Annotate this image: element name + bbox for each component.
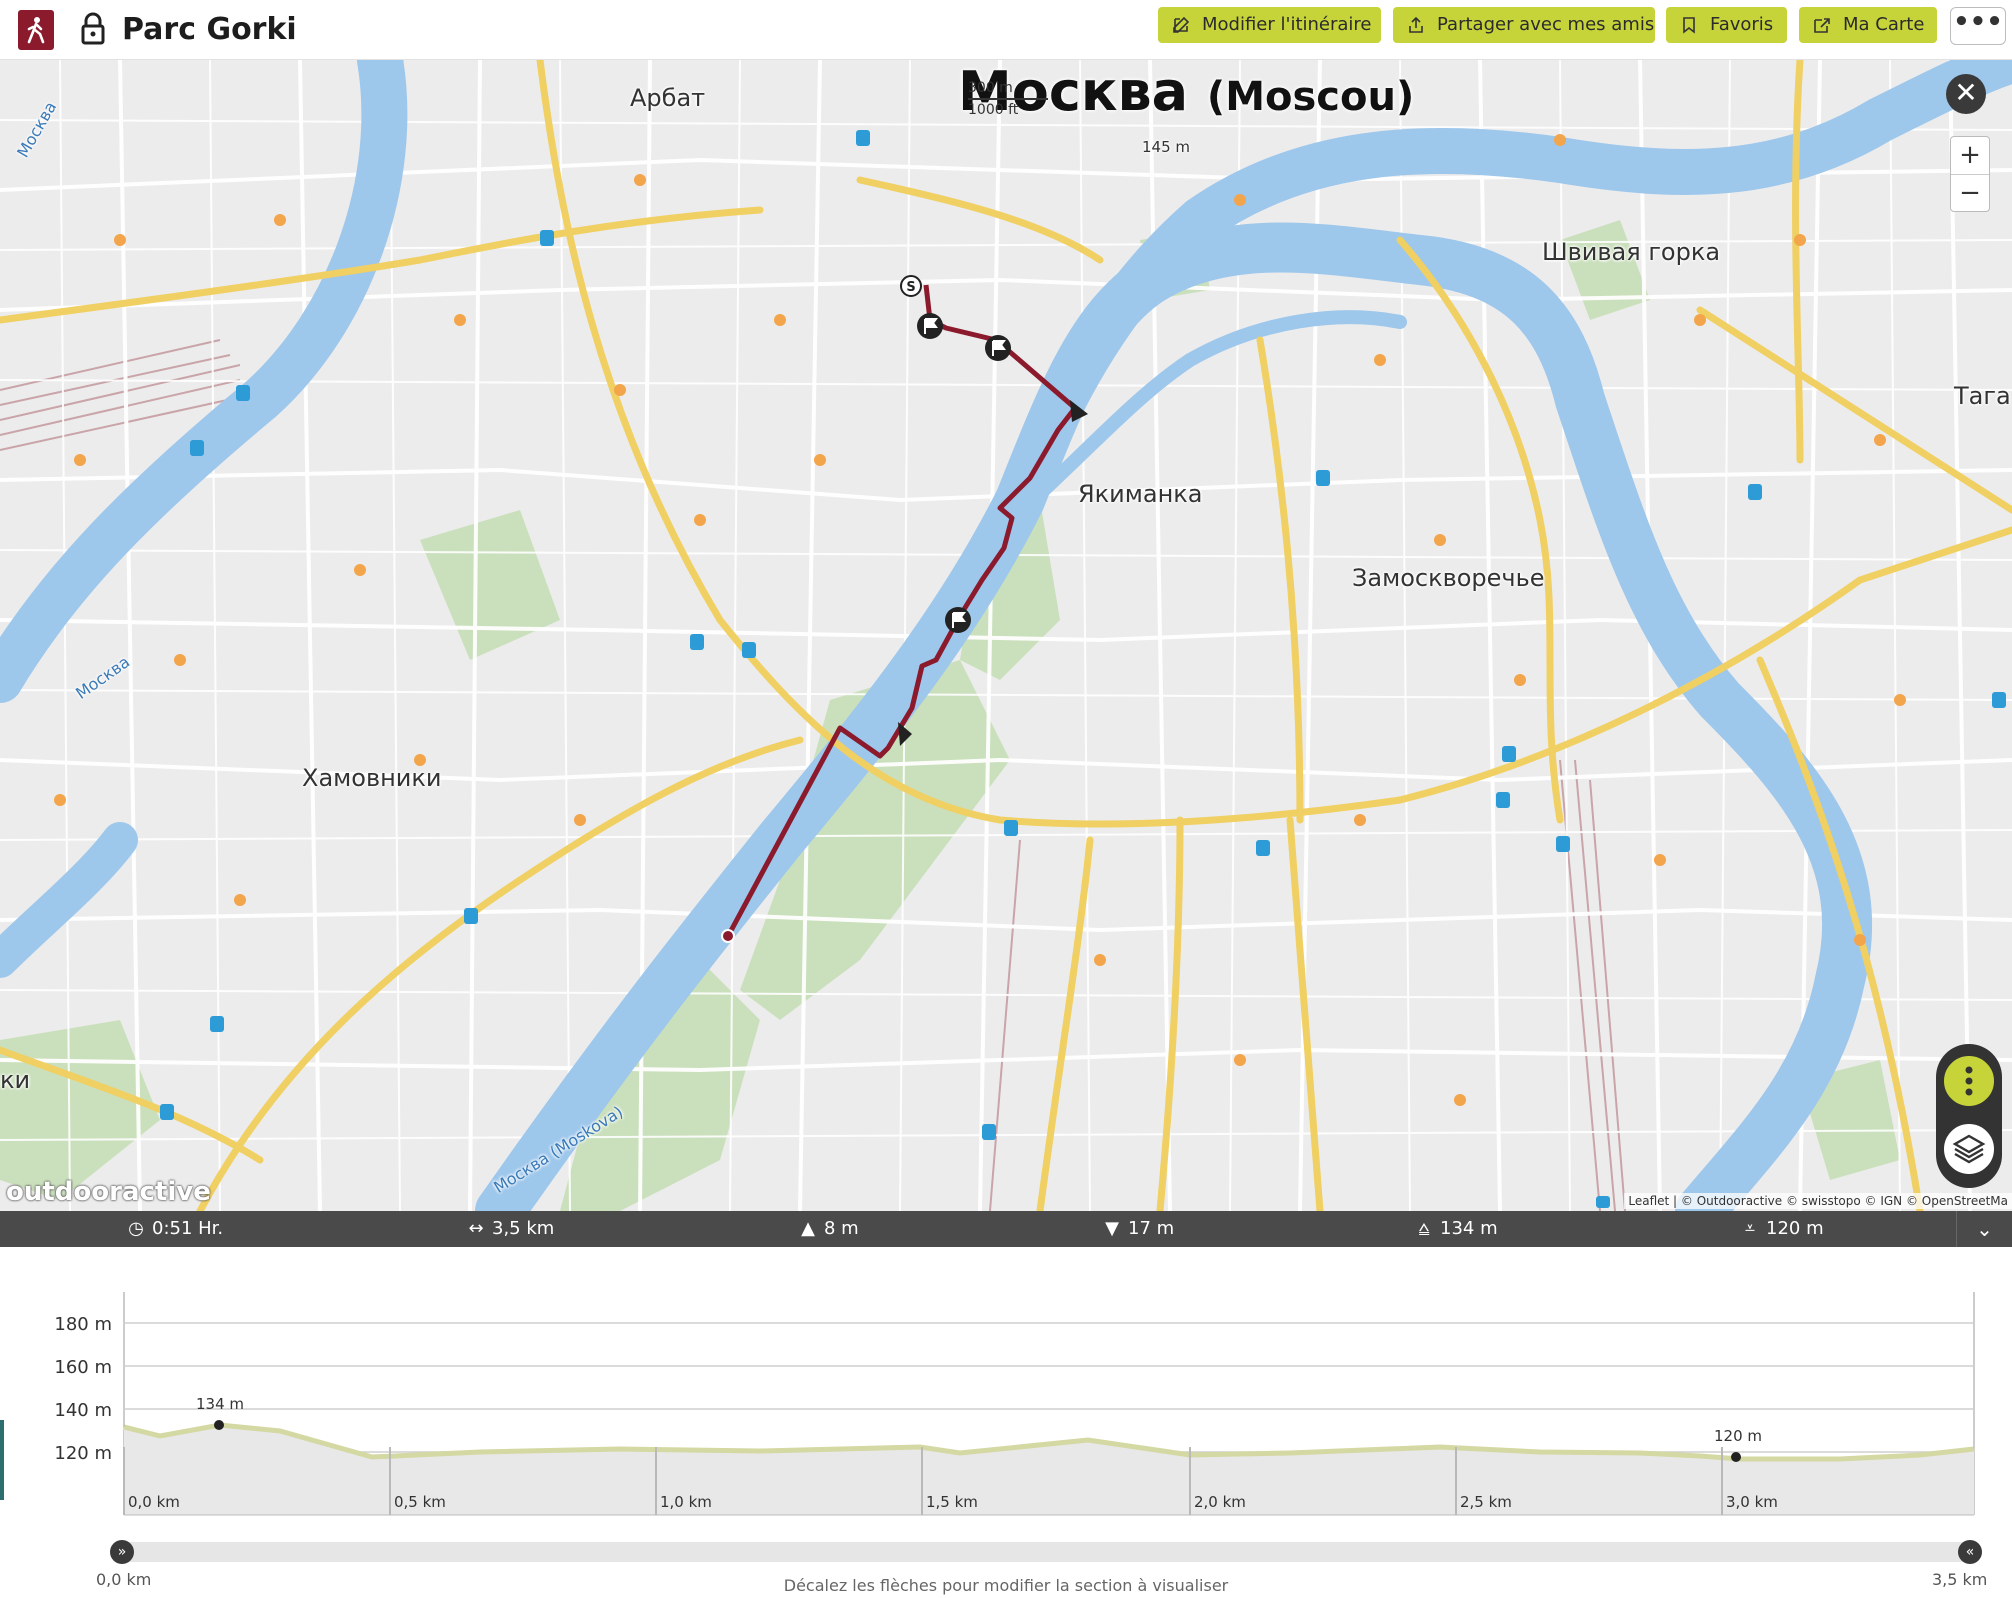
stat-descent: ▼ 17 m	[1102, 1211, 1174, 1247]
my-map-button[interactable]: Ma Carte	[1799, 7, 1937, 43]
map-scale: 300 m 1000 ft	[968, 80, 1048, 118]
x-tick-0: 0,0 km	[128, 1493, 180, 1511]
y-tick-160: 160 m	[54, 1357, 112, 1378]
city-name-fr: (Moscou)	[1206, 74, 1415, 120]
x-tick-3: 1,5 km	[926, 1493, 978, 1511]
distance-icon: ↔	[468, 1218, 484, 1239]
descent-value: 17 m	[1128, 1218, 1175, 1239]
map-menu-button[interactable]	[1940, 1052, 1998, 1110]
top-bar: Parc Gorki Modifier l'itinéraire Partage…	[0, 0, 2012, 60]
zoom-control: + −	[1950, 136, 1990, 212]
district-label-taganka: Тага	[1954, 382, 2011, 410]
ascent-value: 8 m	[824, 1218, 859, 1239]
edit-route-label: Modifier l'itinéraire	[1202, 14, 1372, 35]
x-tick-5: 2,5 km	[1460, 1493, 1512, 1511]
hiking-icon	[18, 10, 54, 50]
y-tick-180: 180 m	[54, 1314, 112, 1335]
close-map-button[interactable]: ✕	[1946, 74, 1986, 114]
min-elevation-label: 120 m	[1714, 1427, 1762, 1445]
district-label-shvivaya-gorka: Швивая горка	[1542, 238, 1721, 266]
bookmark-icon	[1683, 17, 1695, 34]
max-altitude-icon: ⩠	[1418, 1218, 1430, 1239]
page-title: Parc Gorki	[122, 12, 297, 47]
stat-ascent: ▲ 8 m	[798, 1211, 859, 1247]
edit-route-button[interactable]: Modifier l'itinéraire	[1158, 7, 1381, 43]
y-tick-140: 140 m	[54, 1400, 112, 1421]
district-label-cut: ки	[0, 1066, 31, 1094]
my-map-label: Ma Carte	[1843, 14, 1925, 35]
max-elevation-label: 134 m	[196, 1395, 244, 1413]
map-attribution[interactable]: Leaflet | © Outdooractive © swisstopo © …	[1624, 1193, 2012, 1209]
favorites-label: Favoris	[1710, 14, 1774, 35]
district-label-yakimanka: Якиманка	[1078, 480, 1203, 508]
start-marker: S	[906, 280, 915, 295]
district-label-zamoskvorechye: Замоскворечье	[1352, 564, 1545, 592]
duration-value: 0:51 Hr.	[152, 1218, 224, 1239]
min-elevation-point	[1731, 1452, 1741, 1462]
edit-icon	[1173, 16, 1190, 33]
zoom-out-button[interactable]: −	[1951, 174, 1989, 211]
distance-value: 3,5 km	[492, 1218, 555, 1239]
layers-icon	[1952, 1134, 1986, 1164]
slider-end-handle[interactable]: «	[1958, 1540, 1982, 1564]
share-friends-label: Partager avec mes amis	[1437, 14, 1655, 35]
lock-icon	[80, 12, 106, 46]
vertical-dots-icon	[1965, 1066, 1973, 1096]
x-tick-6: 3,0 km	[1726, 1493, 1778, 1511]
elevation-marker-label: 145 m	[1142, 138, 1191, 156]
scale-imperial: 1000 ft	[968, 102, 1019, 118]
favorites-button[interactable]: Favoris	[1666, 7, 1787, 43]
max-elevation-point	[214, 1420, 224, 1430]
stat-max-altitude: ⩠ 134 m	[1414, 1211, 1498, 1247]
outdooractive-logo: outdooractive	[6, 1177, 211, 1207]
district-label-arbat: Арбат	[630, 84, 706, 112]
stat-distance: ↔ 3,5 km	[466, 1211, 554, 1247]
stat-min-altitude: ⩡ 120 m	[1740, 1211, 1824, 1247]
max-altitude-value: 134 m	[1440, 1218, 1498, 1239]
slider-hint: Décalez les flèches pour modifier la sec…	[783, 1576, 1229, 1595]
map-export-icon	[1814, 18, 1830, 33]
collapse-chevron-icon[interactable]: ⌄	[1956, 1211, 2012, 1247]
left-edge-accent	[0, 1420, 4, 1500]
x-tick-2: 1,0 km	[660, 1493, 712, 1511]
y-tick-120: 120 m	[54, 1443, 112, 1464]
min-altitude-value: 120 m	[1766, 1218, 1824, 1239]
elevation-chart: 180 m 160 m 140 m 120 m 0,0 km 0,5 km 1,…	[54, 1292, 1975, 1547]
x-tick-1: 0,5 km	[394, 1493, 446, 1511]
scale-metric: 300 m	[968, 80, 1013, 96]
section-slider-track[interactable]	[120, 1542, 1970, 1562]
district-label-khamovniki: Хамовники	[302, 764, 442, 792]
map-view[interactable]: S Москва (Moscou) 300 m 1000 ft 145 m Ар…	[0, 60, 2012, 1211]
ascent-icon: ▲	[801, 1218, 815, 1239]
stat-duration: ◷ 0:51 Hr.	[126, 1211, 223, 1247]
min-altitude-icon: ⩡	[1744, 1218, 1756, 1239]
zoom-in-button[interactable]: +	[1951, 137, 1989, 174]
route-stats-bar: ◷ 0:51 Hr. ↔ 3,5 km ▲ 8 m ▼ 17 m ⩠ 134 m ⩡ 120…	[0, 1211, 2012, 1247]
more-options-button[interactable]: •••	[1950, 7, 2006, 45]
share-friends-button[interactable]: Partager avec mes amis	[1393, 7, 1655, 43]
slider-start-handle[interactable]: »	[110, 1540, 134, 1564]
clock-icon: ◷	[128, 1218, 144, 1239]
descent-icon: ▼	[1105, 1218, 1119, 1239]
map-layers-button[interactable]	[1940, 1120, 1998, 1178]
share-icon	[1409, 16, 1423, 33]
x-tick-4: 2,0 km	[1194, 1493, 1246, 1511]
map-canvas: S	[0, 60, 2012, 1211]
